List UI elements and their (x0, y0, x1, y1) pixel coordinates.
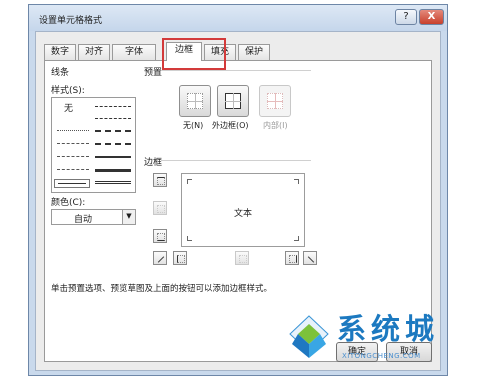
close-button[interactable]: X (419, 9, 444, 25)
style-label: 样式(S): (51, 86, 85, 96)
border-right-button[interactable] (285, 251, 299, 265)
watermark-logo-icon (289, 315, 329, 358)
preview-corner (187, 236, 192, 241)
line-style-option[interactable] (57, 143, 89, 144)
line-style-option[interactable] (95, 169, 131, 172)
title-bar[interactable]: 设置单元格格式 ? X (29, 5, 447, 31)
border-left-icon (177, 255, 185, 263)
border-preview[interactable]: 文本 (181, 173, 305, 247)
line-style-option[interactable] (95, 106, 131, 107)
border-diagonal-down-button[interactable] (303, 251, 317, 265)
line-style-option[interactable] (95, 118, 131, 119)
line-style-option[interactable] (95, 130, 131, 132)
preview-corner (294, 179, 299, 184)
border-diagonal-up-button[interactable] (153, 251, 167, 265)
preview-corner (187, 179, 192, 184)
preset-inside-button[interactable] (259, 85, 291, 117)
border-inside-horizontal-button[interactable] (153, 201, 167, 215)
border-left-button[interactable] (173, 251, 187, 265)
color-dropdown[interactable]: 自动 ▼ (51, 209, 136, 225)
border-inside-vertical-button[interactable] (235, 251, 249, 265)
border-inside-horizontal-icon (157, 205, 165, 213)
border-group-label: 边框 (144, 158, 163, 168)
border-divider (161, 160, 311, 161)
tab-protection[interactable]: 保护 (238, 44, 270, 60)
line-style-none[interactable]: 无 (64, 101, 73, 114)
presets-group-label: 预置 (144, 68, 163, 78)
tab-font[interactable]: 字体 (112, 44, 156, 60)
color-value: 自动 (74, 215, 93, 225)
color-label: 颜色(C): (51, 198, 86, 208)
preset-outline-button[interactable] (217, 85, 249, 117)
preset-none-label: 无(N) (183, 121, 204, 130)
diagonal-up-icon (157, 256, 165, 263)
presets-divider (161, 70, 311, 71)
preview-corner (294, 236, 299, 241)
dialog-title: 设置单元格格式 (39, 16, 103, 26)
line-style-option[interactable] (57, 156, 89, 157)
border-bottom-icon (157, 233, 165, 241)
line-style-list[interactable]: 无 (51, 97, 136, 193)
diagonal-down-icon (307, 256, 315, 263)
watermark: 系统城 XITONGCHENG.COM (282, 300, 478, 378)
line-style-selected[interactable] (54, 179, 90, 188)
preset-outline-label: 外边框(O) (212, 121, 249, 130)
preview-text: 文本 (233, 209, 252, 219)
preset-none-button[interactable] (179, 85, 211, 117)
border-inside-vertical-icon (239, 255, 247, 263)
line-group-label: 线条 (51, 68, 70, 78)
chevron-down-icon[interactable]: ▼ (122, 210, 135, 224)
help-button[interactable]: ? (395, 9, 417, 25)
line-style-option[interactable] (95, 181, 131, 184)
border-top-button[interactable] (153, 173, 167, 187)
annotation-highlight (162, 38, 226, 70)
line-style-option[interactable] (57, 169, 89, 170)
line-style-option[interactable] (95, 143, 131, 145)
tab-alignment[interactable]: 对齐 (78, 44, 110, 60)
border-right-icon (289, 255, 297, 263)
line-style-option[interactable] (57, 130, 89, 131)
border-bottom-button[interactable] (153, 229, 167, 243)
preset-inside-label: 内部(I) (263, 121, 288, 130)
line-style-option[interactable] (95, 156, 131, 158)
watermark-subtext: XITONGCHENG.COM (342, 352, 421, 360)
border-top-icon (157, 177, 165, 185)
watermark-text: 系统城 (337, 312, 440, 346)
tab-number[interactable]: 数字 (44, 44, 76, 60)
hint-text: 单击预置选项、预览草图及上面的按钮可以添加边框样式。 (51, 284, 273, 294)
